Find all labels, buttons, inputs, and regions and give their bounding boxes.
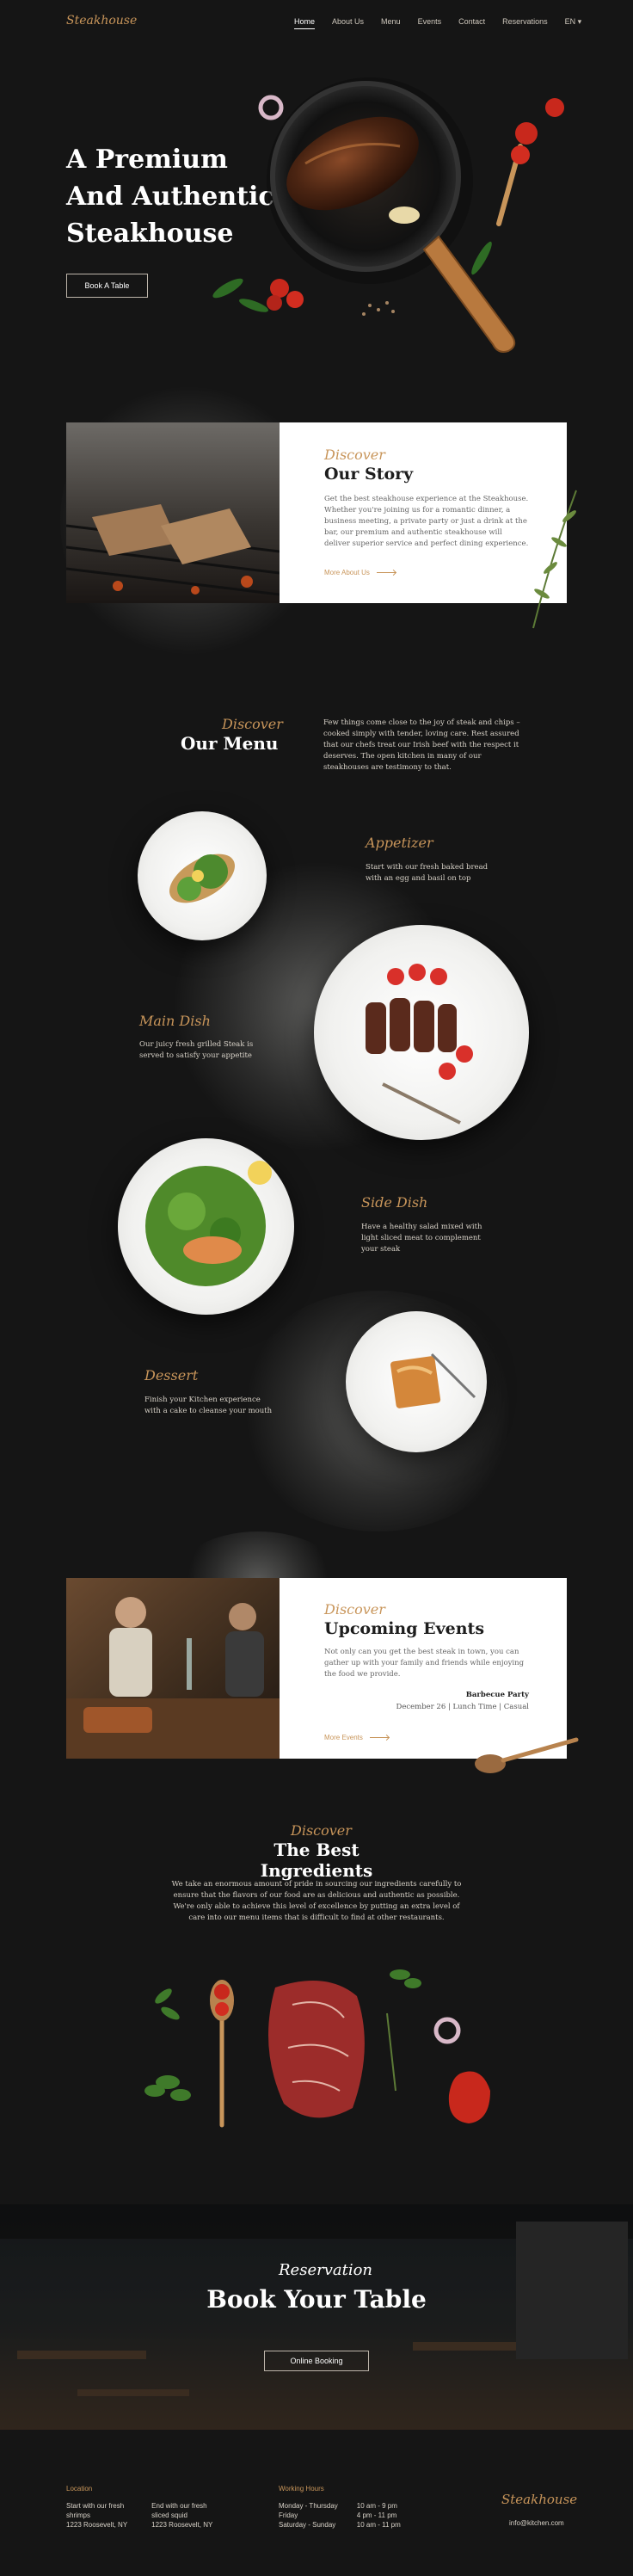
event-name: Barbecue Party <box>465 1691 529 1699</box>
ingredients-image <box>144 1969 490 2128</box>
footer-hours: Working Hours Monday - Thursday Friday S… <box>279 2485 401 2530</box>
main-dish-plate-image <box>314 925 529 1140</box>
footer-location-line: shrimps <box>66 2511 91 2519</box>
events-text: Not only can you get the best steak in t… <box>324 1648 525 1679</box>
ingredients-text: We take an enormous amount of pride in s… <box>171 1880 462 1922</box>
footer-location-line: 1223 Roosevelt, NY <box>66 2521 128 2529</box>
ingredients-title: The Best Ingredients <box>260 1840 373 1881</box>
side-dish-plate-image <box>118 1138 294 1315</box>
arrow-right-icon <box>369 1737 389 1738</box>
events-title: Upcoming Events <box>324 1619 485 1638</box>
events-dinner-photo <box>66 1578 280 1759</box>
dish-title-main: Main Dish <box>139 1013 211 1029</box>
footer-location: Location Start with our fresh shrimps 12… <box>66 2485 212 2530</box>
dish-title-appetizer: Appetizer <box>366 835 433 851</box>
reservation-kicker: Reservation <box>279 2261 373 2279</box>
nav-home[interactable]: Home <box>294 17 316 29</box>
online-booking-button[interactable]: Online Booking <box>264 2351 369 2371</box>
nav-menu[interactable]: Menu <box>381 17 401 29</box>
nav-reservations[interactable]: Reservations <box>502 17 548 29</box>
footer-location-line: sliced squid <box>151 2511 187 2519</box>
footer-location-line: Start with our fresh <box>66 2502 125 2510</box>
main-nav: Home About Us Menu Events Contact Reserv… <box>294 17 599 29</box>
language-selector[interactable]: EN ▾ <box>565 17 582 29</box>
dish-desc-main: Our juicy fresh grilled Steak is served … <box>139 1040 254 1060</box>
dish-title-dessert: Dessert <box>144 1367 199 1384</box>
footer-day: Monday - Thursday <box>279 2502 338 2510</box>
dish-title-side: Side Dish <box>361 1194 428 1211</box>
nav-events[interactable]: Events <box>418 17 442 29</box>
dish-desc-side: Have a healthy salad mixed with light sl… <box>361 1223 482 1254</box>
dish-desc-appetizer: Start with our fresh baked bread with an… <box>366 863 489 883</box>
menu-kicker: Discover <box>222 716 283 732</box>
event-meta: December 26 | Lunch Time | Casual <box>396 1703 530 1711</box>
footer-time: 10 am - 9 pm <box>356 2502 397 2510</box>
page: Steakhouse Home About Us Menu Events Con… <box>0 0 633 2576</box>
story-kicker: Discover <box>324 447 385 463</box>
menu-title: Our Menu <box>181 733 279 754</box>
story-title: Our Story <box>324 465 414 484</box>
rosemary-sprig-image <box>532 490 577 629</box>
story-grill-photo <box>66 422 280 603</box>
footer-time: 4 pm - 11 pm <box>356 2511 397 2519</box>
footer-time: 10 am - 11 pm <box>356 2521 401 2529</box>
footer-email[interactable]: info@kitchen.com <box>509 2518 564 2528</box>
restaurant-interior-photo <box>0 2204 633 2430</box>
events-kicker: Discover <box>324 1601 385 1618</box>
book-table-button[interactable]: Book A Table <box>66 274 148 298</box>
more-about-label: More About Us <box>324 569 370 576</box>
menu-intro: Few things come close to the joy of stea… <box>323 718 520 772</box>
arrow-right-icon <box>376 572 396 573</box>
story-text: Get the best steakhouse experience at th… <box>324 495 529 548</box>
footer-location-line: End with our fresh <box>151 2502 207 2510</box>
nav-about[interactable]: About Us <box>332 17 364 29</box>
appetizer-plate-image <box>138 811 267 940</box>
footer-location-label: Location <box>66 2485 93 2493</box>
logo[interactable]: Steakhouse <box>66 14 137 28</box>
hero-steak-pan-image <box>212 77 564 353</box>
footer-hours-label: Working Hours <box>279 2485 324 2493</box>
reservation-title: Book Your Table <box>206 2285 427 2314</box>
footer-day: Saturday - Sunday <box>279 2521 336 2529</box>
more-events-label: More Events <box>324 1734 363 1741</box>
footer-logo[interactable]: Steakhouse <box>501 2492 577 2507</box>
wooden-spoon-image <box>475 1737 579 1773</box>
ingredients-kicker: Discover <box>291 1822 352 1839</box>
footer-location-line: 1223 Roosevelt, NY <box>151 2521 213 2529</box>
dish-desc-dessert: Finish your Kitchen experience with a ca… <box>144 1396 273 1415</box>
nav-contact[interactable]: Contact <box>458 17 485 29</box>
footer-day: Friday <box>279 2511 298 2519</box>
dessert-plate-image <box>346 1311 487 1452</box>
